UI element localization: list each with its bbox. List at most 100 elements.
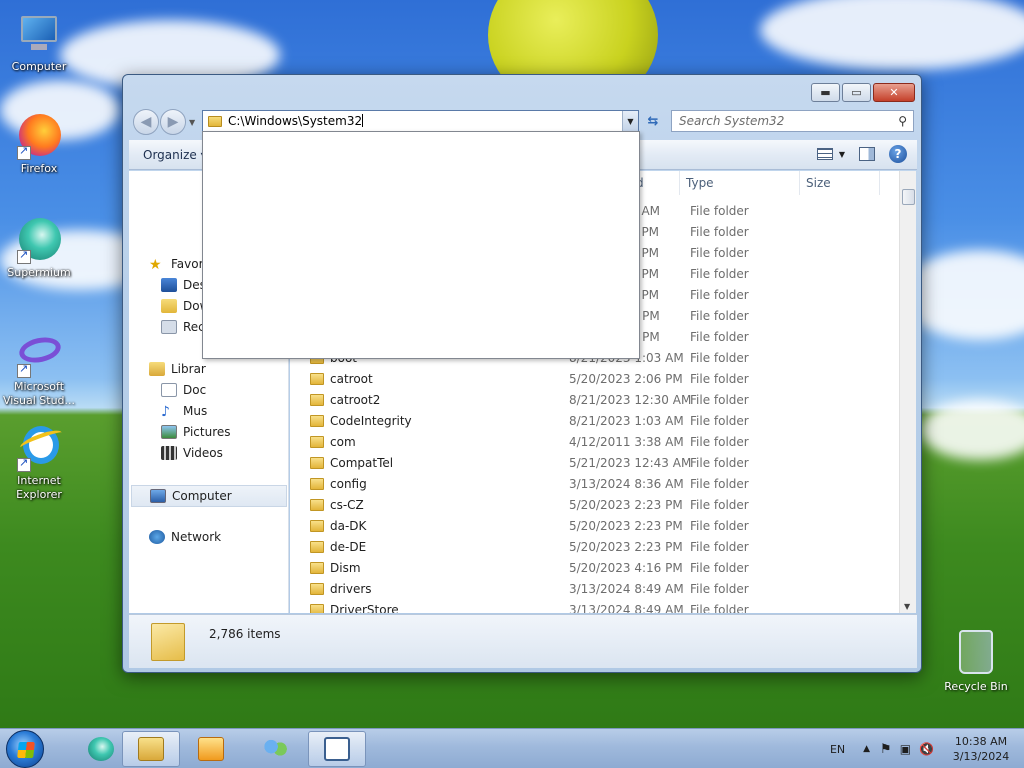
table-row[interactable]: catroot 5/20/2023 2:06 PM File folder	[290, 369, 890, 390]
supermium-icon	[15, 216, 63, 264]
system-tray: EN ▲ ⚑ ▣ 🔇 10:38 AM 3/13/2024	[830, 729, 1024, 768]
recent-locations-dropdown[interactable]: ▼	[189, 118, 195, 127]
table-row[interactable]: catroot2 8/21/2023 12:30 AM File folder	[290, 390, 890, 411]
desktop-icon-label: Firefox	[20, 162, 58, 175]
help-icon[interactable]: ?	[889, 145, 907, 163]
firefox-icon	[15, 112, 63, 160]
supermium-icon	[88, 737, 114, 761]
maximize-button[interactable]: ▭	[842, 83, 871, 102]
chevron-down-icon: ▼	[627, 116, 634, 126]
taskbar-window[interactable]	[308, 731, 366, 767]
internet-explorer-icon	[15, 424, 64, 472]
nav-documents[interactable]: Doc	[161, 383, 206, 397]
volume-muted-icon[interactable]: 🔇	[919, 742, 934, 756]
forward-button[interactable]: ▶	[160, 109, 186, 135]
table-row[interactable]: com 4/12/2011 3:38 AM File folder	[290, 432, 890, 453]
minimize-button[interactable]: ▬	[811, 83, 840, 102]
folder-icon	[310, 604, 324, 613]
table-row[interactable]: da-DK 5/20/2023 2:23 PM File folder	[290, 516, 890, 537]
table-row[interactable]: Dism 5/20/2023 4:16 PM File folder	[290, 558, 890, 579]
nav-favorites[interactable]: ★ Favori	[149, 257, 207, 273]
folder-icon	[151, 623, 185, 661]
language-indicator[interactable]: EN	[830, 743, 845, 756]
desktop-icon-label: Microsoft Visual Stud...	[2, 380, 76, 407]
address-input[interactable]: C:\Windows\System32	[228, 114, 622, 128]
folder-icon	[310, 436, 324, 448]
folder-icon	[310, 457, 324, 469]
table-row[interactable]: de-DE 5/20/2023 2:23 PM File folder	[290, 537, 890, 558]
refresh-button[interactable]: ⇆	[642, 110, 664, 132]
nav-computer[interactable]: Computer	[131, 485, 287, 507]
videos-icon	[161, 446, 177, 460]
scrollbar-thumb[interactable]	[902, 189, 915, 205]
taskbar-media-player[interactable]	[182, 731, 240, 767]
shortcut-arrow-icon	[17, 144, 31, 160]
address-bar[interactable]: C:\Windows\System32 ▼	[202, 110, 639, 132]
documents-icon	[161, 383, 177, 397]
media-player-icon	[198, 737, 224, 761]
visual-studio-icon	[15, 330, 64, 378]
desktop-icon-label: Internet Explorer	[16, 474, 62, 501]
network-status-icon[interactable]: ▣	[900, 742, 911, 756]
back-arrow-icon: ◀	[140, 114, 152, 130]
desktop-icon-firefox[interactable]: Firefox	[1, 112, 77, 176]
view-options-chevron-icon[interactable]: ▼	[839, 150, 845, 159]
back-button[interactable]: ◀	[133, 109, 159, 135]
folder-icon	[310, 541, 324, 553]
desktop-icon-recycle-bin[interactable]: Recycle Bin	[938, 630, 1014, 693]
folder-icon	[310, 499, 324, 511]
search-input[interactable]: Search System32	[679, 114, 784, 128]
desktop-icon-visual-studio[interactable]: Microsoft Visual Stud...	[1, 330, 77, 408]
show-hidden-icons-chevron-icon[interactable]: ▲	[863, 744, 870, 754]
taskbar-explorer[interactable]	[122, 731, 180, 767]
recycle-bin-icon	[959, 630, 993, 674]
clock-date: 3/13/2024	[952, 750, 1010, 763]
folder-icon	[208, 115, 222, 127]
nav-libraries[interactable]: Librar	[149, 362, 206, 376]
caption-buttons: ▬ ▭ ✕	[811, 83, 915, 102]
table-row[interactable]: CodeIntegrity 8/21/2023 1:03 AM File folde…	[290, 411, 890, 432]
change-view-icon[interactable]	[816, 148, 833, 160]
shortcut-arrow-icon	[17, 362, 31, 378]
organize-menu[interactable]: Organize ▾	[143, 148, 207, 162]
table-row[interactable]: drivers 3/13/2024 8:49 AM File folder	[290, 579, 890, 600]
computer-icon	[150, 489, 166, 503]
address-autocomplete-dropdown[interactable]	[202, 131, 640, 359]
desktop-icon-label: Computer	[11, 60, 67, 73]
folder-icon	[310, 583, 324, 595]
star-icon: ★	[149, 257, 162, 273]
nav-videos[interactable]: Videos	[161, 446, 223, 460]
search-icon[interactable]: ⚲	[898, 114, 907, 128]
nav-music[interactable]: ♪ Mus	[161, 404, 207, 420]
desktop-icon-label: Recycle Bin	[944, 680, 1008, 693]
folder-icon	[310, 394, 324, 406]
clock[interactable]: 10:38 AM 3/13/2024	[946, 734, 1016, 764]
table-row[interactable]: config 3/13/2024 8:36 AM File folder	[290, 474, 890, 495]
search-box[interactable]: Search System32 ⚲	[671, 110, 914, 132]
nav-pictures[interactable]: Pictures	[161, 425, 231, 439]
column-header-size[interactable]: Size	[800, 171, 880, 195]
action-center-flag-icon[interactable]: ⚑	[880, 742, 892, 757]
table-row[interactable]: cs-CZ 5/20/2023 2:23 PM File folder	[290, 495, 890, 516]
taskbar-users[interactable]	[246, 731, 304, 767]
recent-places-icon	[161, 320, 177, 334]
music-icon: ♪	[161, 404, 170, 420]
close-button[interactable]: ✕	[873, 83, 915, 102]
details-pane: 2,786 items	[129, 614, 917, 668]
network-icon	[149, 530, 165, 544]
table-row[interactable]: CompatTel 5/21/2023 12:43 AM File folder	[290, 453, 890, 474]
libraries-icon	[149, 362, 165, 376]
nav-network[interactable]: Network	[149, 530, 221, 544]
vertical-scrollbar[interactable]: ▼	[899, 171, 916, 613]
desktop-icon-computer[interactable]: Computer	[1, 10, 77, 74]
desktop-icon-supermium[interactable]: Supermium	[1, 216, 77, 280]
address-dropdown-button[interactable]: ▼	[622, 111, 638, 131]
desktop-icon-internet-explorer[interactable]: Internet Explorer	[1, 424, 77, 502]
table-row[interactable]: DriverStore 3/13/2024 8:49 AM File folder	[290, 600, 890, 613]
column-header-type[interactable]: Type	[680, 171, 800, 195]
start-button[interactable]	[6, 730, 44, 768]
scroll-down-arrow-icon[interactable]: ▼	[904, 602, 910, 611]
folder-icon	[310, 478, 324, 490]
preview-pane-icon[interactable]	[859, 147, 875, 161]
desktop-icon	[161, 278, 177, 292]
